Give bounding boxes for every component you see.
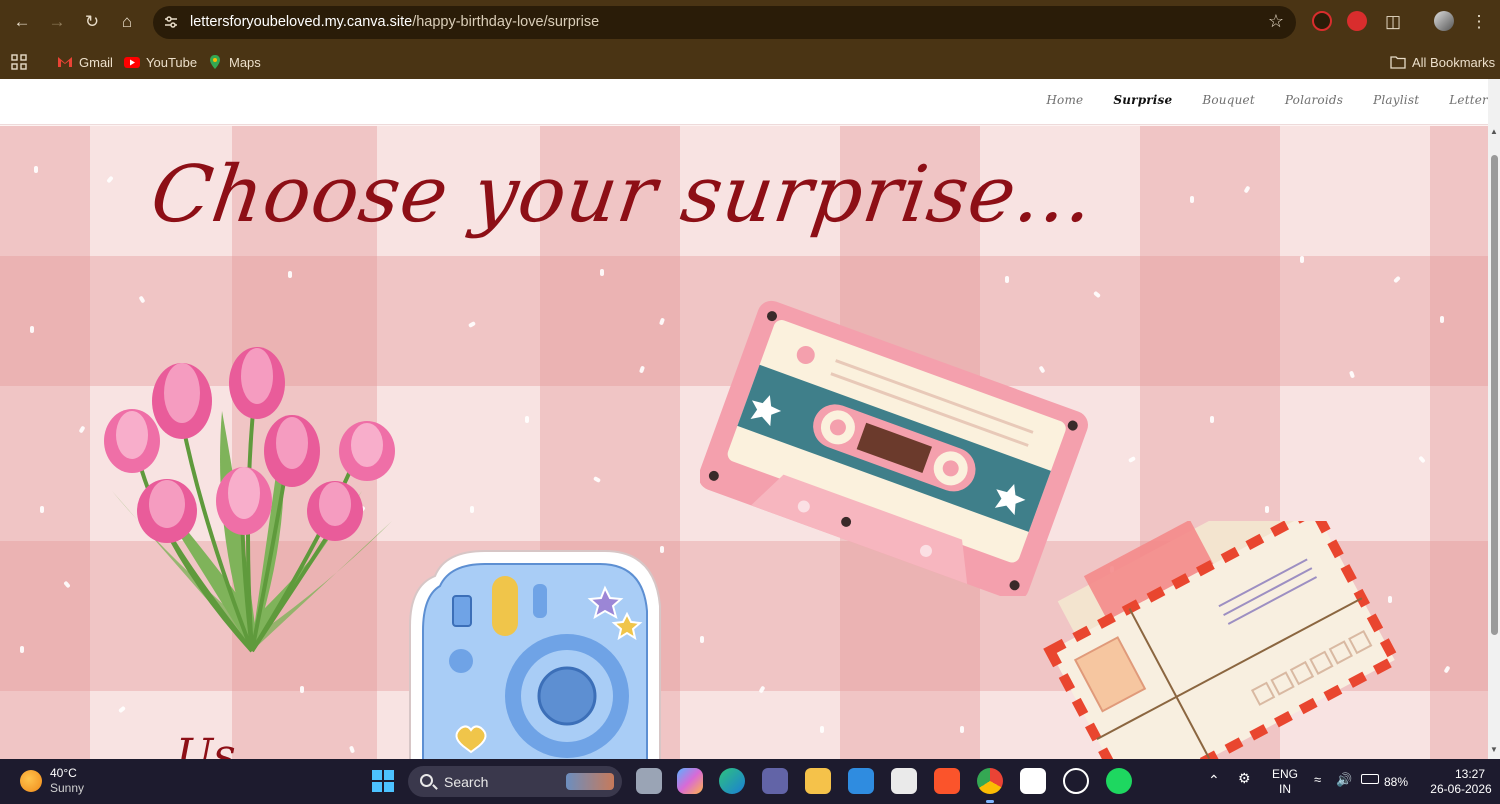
nav-letter[interactable]: Letter	[1449, 93, 1488, 107]
gmail-icon	[58, 57, 72, 67]
bookmarks-bar: Gmail YouTube Maps All Bookmarks	[0, 44, 1500, 79]
all-bookmarks-label: All Bookmarks	[1412, 54, 1496, 70]
bookmark-label: Gmail	[79, 54, 113, 70]
language-indicator[interactable]: ENG IN	[1272, 767, 1298, 797]
bookmark-star-icon[interactable]: ☆	[1268, 11, 1284, 32]
back-icon[interactable]: ←	[10, 10, 34, 34]
site-header: Home Surprise Bouquet Polaroids Playlist…	[0, 79, 1488, 125]
search-label: Search	[444, 774, 489, 790]
tray-app-icon[interactable]: ⚙	[1238, 771, 1251, 786]
url-path: /happy-birthday-love/surprise	[412, 14, 600, 30]
nav-polaroids[interactable]: Polaroids	[1285, 93, 1343, 107]
apps-grid-icon[interactable]	[11, 52, 27, 72]
store-app-icon[interactable]	[848, 768, 874, 794]
chatgpt-icon[interactable]	[1063, 768, 1089, 794]
brave-icon[interactable]	[934, 768, 960, 794]
spotify-icon[interactable]	[1106, 768, 1132, 794]
cassette-tape-sticker[interactable]	[700, 296, 1090, 596]
nav-home[interactable]: Home	[1046, 93, 1083, 107]
maps-icon	[210, 55, 220, 69]
site-nav: Home Surprise Bouquet Polaroids Playlist…	[1016, 93, 1488, 107]
nav-playlist[interactable]: Playlist	[1373, 93, 1419, 107]
nav-surprise[interactable]: Surprise	[1113, 93, 1172, 107]
volume-icon[interactable]: 🔊	[1336, 772, 1352, 787]
instant-camera-sticker[interactable]	[405, 546, 665, 759]
file-explorer-icon[interactable]	[805, 768, 831, 794]
windows-start-icon[interactable]	[370, 768, 396, 794]
copilot-icon[interactable]	[677, 768, 703, 794]
web-page: Home Surprise Bouquet Polaroids Playlist…	[0, 79, 1500, 759]
battery-icon[interactable]	[1361, 774, 1379, 784]
page-scrollbar[interactable]: ▲ ▼	[1488, 79, 1500, 759]
scroll-down-icon[interactable]: ▼	[1490, 745, 1498, 754]
address-bar[interactable]: lettersforyoubeloved.my.canva.site/happy…	[153, 6, 1296, 39]
chrome-active-indicator	[986, 800, 994, 803]
scroll-up-icon[interactable]: ▲	[1490, 127, 1498, 136]
address-bar-row: ← → ↻ ⌂ lettersforyoubeloved.my.canva.si…	[0, 0, 1500, 44]
region-code: IN	[1279, 782, 1291, 796]
notion-icon[interactable]	[1020, 768, 1046, 794]
envelope-letter-sticker[interactable]	[1040, 521, 1400, 759]
folder-icon	[1390, 56, 1406, 69]
edge-icon[interactable]	[719, 768, 745, 794]
battery-percent: 88%	[1384, 775, 1409, 789]
reload-icon[interactable]: ↻	[80, 10, 104, 34]
tulip-bouquet-sticker[interactable]	[92, 321, 412, 661]
scroll-thumb[interactable]	[1491, 155, 1498, 635]
extensions-puzzle-icon[interactable]: ◫	[1381, 10, 1405, 34]
bookmark-gmail[interactable]: Gmail	[57, 52, 113, 72]
weather-desc: Sunny	[50, 781, 85, 795]
sun-icon	[20, 770, 42, 792]
site-info-icon[interactable]	[163, 14, 179, 30]
home-icon[interactable]: ⌂	[115, 10, 139, 34]
forward-icon[interactable]: →	[45, 10, 69, 34]
task-view-icon[interactable]	[636, 768, 662, 794]
chrome-icon[interactable]	[977, 768, 1003, 794]
weather-temp: 40°C	[50, 766, 77, 780]
youtube-icon	[124, 57, 140, 68]
teams-icon[interactable]	[762, 768, 788, 794]
page-headline: Choose your surprise...	[145, 150, 1100, 240]
recorder-extension-icon[interactable]	[1312, 11, 1332, 31]
bookmark-label: YouTube	[146, 54, 198, 70]
clock-time: 13:27	[1454, 767, 1486, 781]
search-icon	[420, 774, 433, 787]
wifi-icon[interactable]: ≈	[1314, 772, 1321, 787]
url-text[interactable]: lettersforyoubeloved.my.canva.site/happy…	[190, 14, 599, 30]
bookmark-label: Maps	[229, 54, 261, 70]
url-host: lettersforyoubeloved.my.canva.site	[190, 14, 413, 30]
gingham-background: Choose your surprise... Us	[0, 126, 1488, 759]
browser-chrome: ← → ↻ ⌂ lettersforyoubeloved.my.canva.si…	[0, 0, 1500, 79]
bookmark-youtube[interactable]: YouTube	[124, 52, 197, 72]
tray-overflow-chevron-icon[interactable]: ⌃	[1208, 773, 1220, 788]
profile-avatar[interactable]	[1434, 11, 1454, 31]
menu-kebab-icon[interactable]: ⋮	[1467, 10, 1491, 34]
language-code: ENG	[1272, 767, 1299, 781]
weather-widget[interactable]: 40°C Sunny	[20, 766, 84, 796]
clock[interactable]: 13:27 26-06-2026	[1430, 767, 1492, 797]
search-highlight-image	[566, 773, 614, 790]
microsoft-store-icon[interactable]	[891, 768, 917, 794]
nav-bouquet[interactable]: Bouquet	[1202, 93, 1255, 107]
polaroids-caption-partial: Us	[176, 730, 236, 759]
bookmark-maps[interactable]: Maps	[207, 52, 261, 72]
windows-taskbar: 40°C Sunny Search ⌃ ⚙ ENG IN ≈ 🔊 88% 13:…	[0, 759, 1500, 804]
taskbar-search[interactable]: Search	[408, 766, 622, 797]
all-bookmarks-button[interactable]: All Bookmarks	[1390, 52, 1495, 72]
clock-date: 26-06-2026	[1430, 782, 1492, 796]
adblock-extension-icon[interactable]	[1347, 11, 1367, 31]
